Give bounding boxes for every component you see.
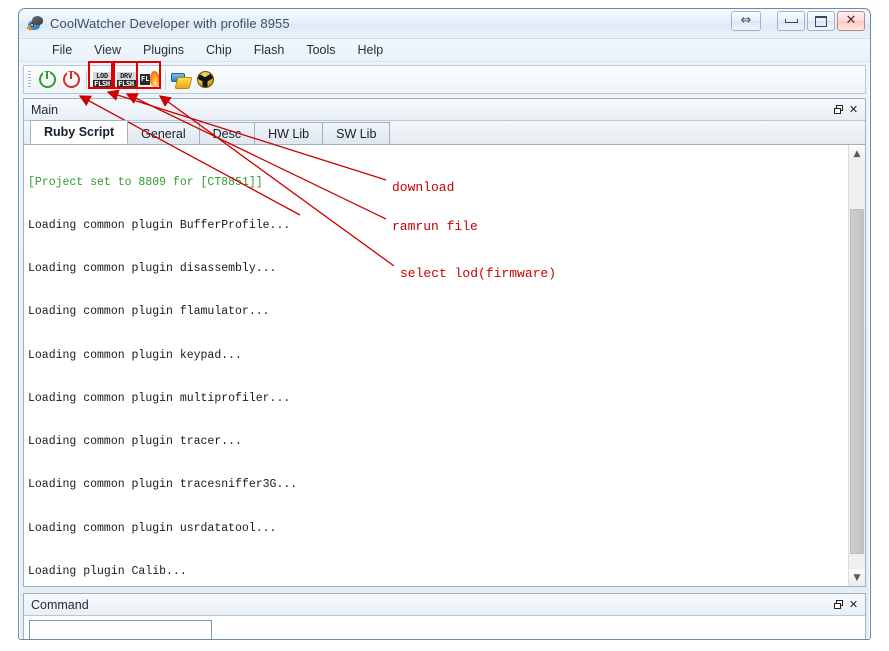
command-panel-title: Command	[31, 597, 89, 612]
log-line: Loading plugin Calib...	[28, 564, 187, 578]
drv-flash-icon-bottom: FLSH	[116, 79, 136, 88]
power-on-button[interactable]	[35, 68, 59, 92]
main-panel-float-button[interactable]	[831, 102, 846, 117]
restore-window-icon	[834, 105, 843, 114]
command-panel-header: Command ✕	[24, 594, 865, 616]
drv-flash-icon: DRV FLSH	[116, 70, 136, 89]
drv-flash-button[interactable]: DRV FLSH	[114, 68, 138, 92]
close-button[interactable]: ✕	[837, 11, 865, 31]
title-bar: CoolWatcher Developer with profile 8955 …	[19, 9, 870, 39]
minimize-icon	[784, 19, 798, 23]
tab-sw-lib[interactable]: SW Lib	[322, 122, 391, 144]
log-line: [Project set to 8809 for [CT8851]]	[28, 175, 263, 189]
log-line: Loading common plugin BufferProfile...	[28, 219, 291, 233]
log-area: [Project set to 8809 for [CT8851]] Loadi…	[24, 145, 865, 586]
clear-log-button[interactable]	[169, 68, 193, 92]
log-line: Loading common plugin usrdatatool...	[28, 521, 277, 535]
menu-bar: File View Plugins Chip Flash Tools Help	[19, 39, 870, 62]
window-title: CoolWatcher Developer with profile 8955	[50, 16, 290, 31]
left-right-arrow-icon: ⇔	[740, 13, 752, 28]
log-line: Loading common plugin tracer...	[28, 435, 242, 449]
tab-ruby-script[interactable]: Ruby Script	[30, 120, 129, 144]
app-icon	[26, 15, 44, 33]
fl-label: FL	[140, 74, 151, 85]
maximize-button[interactable]	[807, 11, 835, 31]
lod-flash-button[interactable]: LOD FLSH	[90, 68, 114, 92]
lod-flash-icon-bottom: FLSH	[92, 79, 112, 88]
tab-hw-lib[interactable]: HW Lib	[254, 122, 324, 144]
log-content[interactable]: [Project set to 8809 for [CT8851]] Loadi…	[24, 145, 848, 586]
menu-item-chip[interactable]: Chip	[195, 41, 243, 60]
broom-icon	[171, 71, 193, 89]
menu-item-flash[interactable]: Flash	[243, 41, 296, 60]
main-panel: Main ✕ Ruby Script General Desc HW Lib S…	[23, 98, 866, 587]
tab-general[interactable]: General	[127, 122, 200, 144]
main-panel-title: Main	[31, 102, 59, 117]
toolbar: LOD FLSH DRV FLSH FL	[23, 65, 866, 94]
command-panel-close-button[interactable]: ✕	[846, 597, 861, 612]
power-off-icon	[62, 71, 80, 88]
log-line: Loading common plugin disassembly...	[28, 262, 277, 276]
scroll-down-arrow-icon[interactable]: ▼	[849, 569, 865, 586]
menu-item-help[interactable]: Help	[347, 41, 395, 60]
scrollbar-thumb[interactable]	[850, 209, 864, 554]
log-line: Loading common plugin flamulator...	[28, 305, 270, 319]
drv-flash-icon-top: DRV	[116, 71, 136, 80]
radioactive-icon	[196, 71, 214, 88]
log-line: Loading common plugin keypad...	[28, 348, 242, 362]
power-off-button[interactable]	[59, 68, 83, 92]
toolbar-grip[interactable]	[28, 70, 31, 89]
command-input[interactable]	[29, 620, 212, 639]
tab-desc[interactable]: Desc	[198, 122, 256, 144]
power-on-icon	[38, 71, 56, 88]
maximize-icon	[815, 15, 827, 27]
command-panel-float-button[interactable]	[831, 597, 846, 612]
window-controls: ⇔ ✕	[731, 11, 865, 31]
main-panel-header: Main ✕	[24, 99, 865, 121]
restore-window-icon	[834, 600, 843, 609]
minimize-button[interactable]	[777, 11, 805, 31]
main-panel-close-button[interactable]: ✕	[846, 102, 861, 117]
log-line: Loading common plugin tracesniffer3G...	[28, 478, 298, 492]
lod-flash-icon-top: LOD	[92, 71, 112, 80]
flame-shape	[149, 70, 161, 88]
close-icon: ✕	[845, 13, 857, 28]
resize-toggle-button[interactable]: ⇔	[731, 11, 761, 31]
toolbar-separator-2	[165, 69, 166, 90]
toolbar-separator-1	[86, 69, 87, 90]
log-line: Loading common plugin multiprofiler...	[28, 391, 291, 405]
fl-download-button[interactable]: FL	[138, 68, 162, 92]
menu-item-file[interactable]: File	[41, 41, 83, 60]
main-tabstrip: Ruby Script General Desc HW Lib SW Lib	[24, 120, 865, 145]
flame-icon: FL	[140, 70, 161, 89]
scroll-up-arrow-icon[interactable]: ▲	[849, 145, 865, 162]
menu-item-tools[interactable]: Tools	[295, 41, 346, 60]
lod-flash-icon: LOD FLSH	[92, 70, 112, 89]
application-window: CoolWatcher Developer with profile 8955 …	[18, 8, 871, 640]
log-vertical-scrollbar[interactable]: ▲ ▼	[848, 145, 865, 586]
command-panel: Command ✕	[23, 593, 866, 639]
radioactive-button[interactable]	[193, 68, 217, 92]
menu-item-view[interactable]: View	[83, 41, 132, 60]
menu-item-plugins[interactable]: Plugins	[132, 41, 195, 60]
